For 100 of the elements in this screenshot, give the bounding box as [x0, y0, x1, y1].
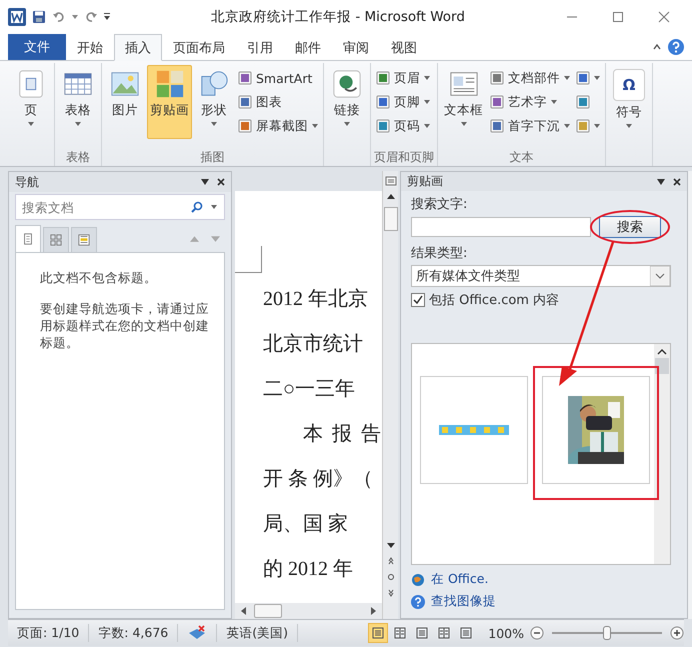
globe-icon	[332, 69, 362, 99]
scroll-up-icon[interactable]	[657, 348, 667, 356]
pane-tab[interactable]	[71, 227, 97, 252]
headings-icon	[22, 233, 34, 245]
small-command-icon	[376, 95, 390, 109]
pane-menu-icon[interactable]	[201, 178, 209, 186]
customize-toolbar-icon[interactable]	[104, 13, 110, 21]
ribbon-button[interactable]: 文档部件	[488, 67, 572, 89]
search-button[interactable]: 搜索	[599, 216, 661, 238]
scroll-thumb[interactable]	[655, 358, 669, 374]
dropdown-caret-icon[interactable]	[650, 266, 670, 286]
help-icon[interactable]	[668, 39, 684, 55]
field-label: 搜索文字:	[411, 196, 468, 213]
page-count[interactable]: 页面: 1/10	[8, 624, 90, 642]
group-label: 插图	[200, 149, 226, 166]
zoom-level[interactable]: 100%	[488, 626, 524, 640]
margin-corner-mark	[235, 246, 262, 273]
pane-message: 要创建导航选项卡，请通过应用标题样式在您的文档中创建标题。	[40, 300, 210, 351]
ribbon-button[interactable]: Ω 符号	[609, 65, 649, 139]
proofing-icon[interactable]	[187, 625, 208, 641]
document-text: 北京市统计	[262, 332, 364, 357]
pane-tab[interactable]	[43, 227, 69, 252]
collapse-ribbon-icon[interactable]	[652, 42, 662, 52]
view-layout-icon	[438, 627, 450, 639]
dropdown-caret-icon[interactable]	[72, 13, 78, 21]
ribbon-button[interactable]: 图表	[236, 91, 320, 113]
document-text: 2012 年北京	[262, 287, 369, 312]
small-command-icon	[576, 71, 590, 85]
document-text: 二○一三年	[262, 377, 356, 402]
search-text-field[interactable]	[411, 217, 591, 237]
view-layout-icon	[372, 627, 384, 639]
slider-thumb[interactable]	[603, 626, 611, 640]
border-strip-icon	[439, 425, 509, 435]
small-command-icon	[376, 119, 390, 133]
zoom-in-icon[interactable]	[670, 626, 684, 640]
ribbon-tab[interactable]: 页面布局	[162, 34, 236, 61]
ribbon-button[interactable]: 页码	[374, 115, 432, 137]
zoom-out-icon[interactable]	[530, 626, 544, 640]
small-command-icon	[490, 95, 504, 109]
language-indicator[interactable]: 英语(美国)	[217, 624, 298, 642]
group-label: 页眉和页脚	[374, 149, 434, 166]
clip-art-icon	[154, 69, 184, 99]
ribbon-tab[interactable]: 插入	[114, 34, 162, 61]
zoom-slider[interactable]	[552, 626, 662, 640]
small-command-icon	[238, 71, 252, 85]
ribbon-button[interactable]: 屏幕截图	[236, 115, 320, 137]
ribbon-button[interactable]: SmartArt	[236, 67, 320, 89]
pages-grid-icon	[50, 234, 62, 246]
small-command-icon	[238, 95, 252, 109]
ribbon-button[interactable]: 首字下沉	[488, 115, 572, 137]
horizontal-scrollbar[interactable]	[235, 603, 382, 619]
close-icon[interactable]	[658, 11, 670, 23]
vertical-scrollbar[interactable]	[654, 344, 670, 564]
ribbon-button[interactable]: 页眉	[374, 67, 432, 89]
ribbon-button[interactable]: 文本框	[441, 65, 486, 139]
globe-icon	[411, 572, 425, 586]
scroll-left-icon[interactable]	[241, 607, 246, 615]
group-label: 表格	[65, 149, 91, 166]
checkbox[interactable]	[411, 293, 425, 307]
dropdown-caret-icon[interactable]	[211, 205, 217, 209]
scroll-thumb[interactable]	[384, 207, 398, 231]
result-type-dropdown[interactable]: 所有媒体文件类型	[411, 265, 671, 287]
document-text: 局、国 家	[262, 512, 349, 537]
search-field[interactable]: 搜索文档	[15, 194, 225, 220]
undo-icon[interactable]	[52, 10, 66, 24]
ribbon-tab[interactable]: 视图	[380, 34, 428, 61]
ribbon-tab[interactable]: 引用	[236, 34, 284, 61]
save-icon[interactable]	[32, 10, 46, 24]
close-icon[interactable]	[673, 178, 681, 186]
ribbon-button[interactable]: 表格	[58, 65, 98, 139]
clip-art-thumbnail[interactable]	[542, 376, 650, 484]
scroll-right-icon[interactable]	[371, 607, 376, 615]
pane-menu-icon[interactable]	[657, 178, 665, 186]
view-layout-icon	[460, 627, 472, 639]
ribbon-button[interactable]: 页脚	[374, 91, 432, 113]
pane-title: 剪贴画	[407, 173, 443, 190]
ribbon-button[interactable]: 页	[11, 65, 51, 139]
small-command-icon	[238, 119, 252, 133]
ribbon-button[interactable]: 图片	[105, 65, 145, 139]
ribbon-tab[interactable]: 审阅	[332, 34, 380, 61]
view-button[interactable]	[368, 623, 388, 643]
word-count[interactable]: 字数: 4,676	[89, 624, 178, 642]
ribbon-button[interactable]: 艺术字	[488, 91, 572, 113]
link[interactable]: 查找图像提	[431, 593, 496, 610]
ribbon-button[interactable]: 链接	[327, 65, 367, 139]
pane-tab[interactable]	[15, 225, 41, 252]
redo-icon[interactable]	[84, 10, 98, 24]
ruler-toggle-icon[interactable]	[384, 175, 396, 187]
scroll-thumb[interactable]	[254, 604, 282, 618]
ribbon-tab[interactable]: 开始	[66, 34, 114, 61]
close-icon[interactable]	[217, 178, 225, 186]
ribbon-button[interactable]: 形状	[194, 65, 234, 139]
search-icon[interactable]	[191, 201, 203, 213]
link[interactable]: 在 Office.	[431, 571, 488, 588]
ribbon-button[interactable]: 剪贴画	[147, 65, 192, 139]
window-title: 北京政府统计工作年报 - Microsoft Word	[210, 8, 466, 26]
maximize-icon[interactable]	[612, 11, 624, 23]
ribbon-tab[interactable]: 邮件	[284, 34, 332, 61]
clip-art-thumbnail[interactable]	[420, 376, 528, 484]
file-tab[interactable]: 文件	[8, 34, 66, 60]
